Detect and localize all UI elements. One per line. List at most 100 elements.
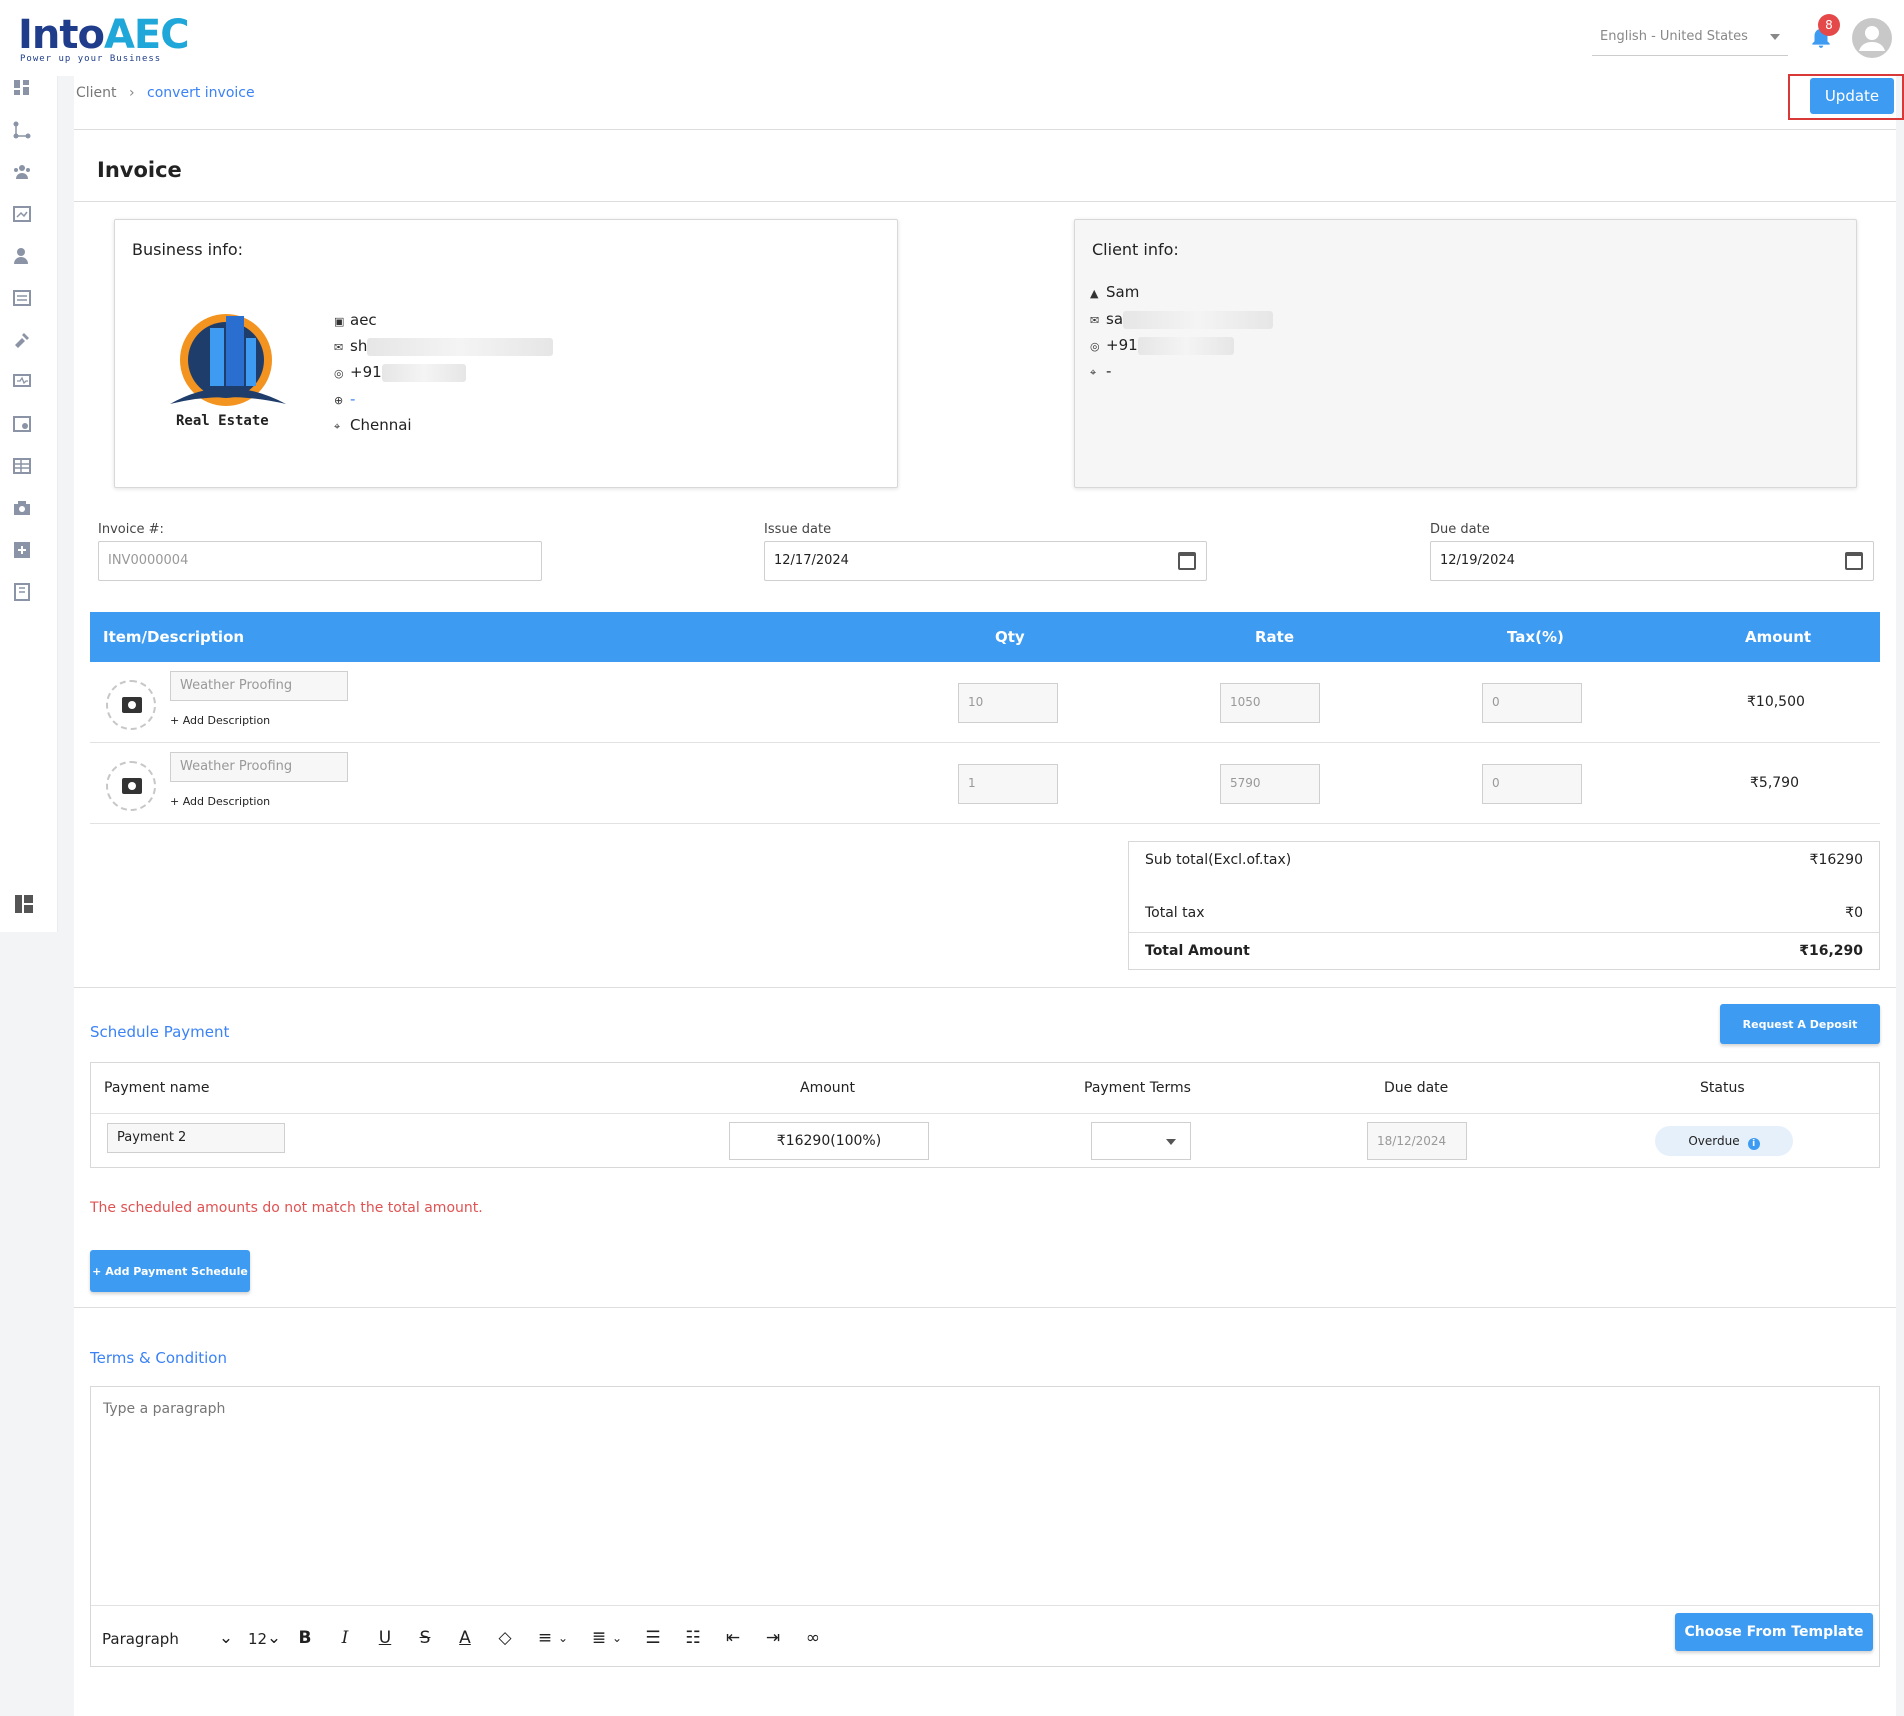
avatar[interactable] (1852, 18, 1892, 58)
schedule-error-message: The scheduled amounts do not match the t… (90, 1200, 483, 1216)
calendar-icon[interactable] (1845, 552, 1863, 570)
breadcrumb-client[interactable]: Client (76, 85, 117, 101)
item-name-input[interactable]: Weather Proofing (170, 671, 348, 701)
issue-date-input[interactable]: 12/17/2024 (764, 541, 1207, 581)
terms-textarea[interactable]: Type a paragraph (103, 1401, 225, 1417)
subtotal-row: Sub total(Excl.of.tax) ₹16290 (1145, 852, 1863, 868)
item-amount: ₹10,500 (1747, 694, 1805, 710)
breadcrumb-current[interactable]: convert invoice (147, 85, 255, 101)
totals-box: Sub total(Excl.of.tax) ₹16290 Total tax … (1128, 841, 1880, 970)
settings-panel-icon[interactable] (12, 414, 32, 434)
add-payment-schedule-button[interactable]: + Add Payment Schedule (90, 1250, 250, 1292)
link-icon[interactable]: ∞ (802, 1628, 824, 1648)
numbered-list-icon[interactable]: ☷ (682, 1628, 704, 1648)
tax-input[interactable]: 0 (1482, 764, 1582, 804)
book-icon[interactable] (12, 582, 32, 602)
camera-icon (122, 778, 142, 794)
business-website-row: ⊕ - (334, 390, 355, 408)
item-image-upload[interactable] (106, 761, 156, 811)
invoice-number-input[interactable]: INV0000004 (98, 541, 542, 581)
outdent-icon[interactable]: ⇤ (722, 1628, 744, 1648)
table-row: Weather Proofing + Add Description 1 579… (90, 743, 1880, 824)
redacted-email (367, 337, 554, 356)
chevron-down-icon[interactable]: ⌄ (552, 1628, 574, 1648)
camera-icon[interactable] (12, 498, 32, 518)
request-deposit-button[interactable]: Request A Deposit (1720, 1004, 1880, 1044)
underline-icon[interactable]: U (374, 1628, 396, 1648)
item-image-upload[interactable] (106, 680, 156, 730)
location-icon: ⌖ (1090, 366, 1097, 379)
client-icon[interactable] (12, 246, 32, 266)
divider (74, 201, 1896, 202)
info-icon[interactable]: i (1747, 1138, 1760, 1150)
reports-icon[interactable] (12, 204, 32, 224)
business-website-link[interactable]: - (350, 390, 355, 408)
invoice-icon[interactable] (12, 288, 32, 308)
header-tax: Tax(%) (1507, 628, 1564, 646)
tax-input[interactable]: 0 (1482, 683, 1582, 723)
language-select[interactable]: English - United States (1592, 24, 1788, 56)
layout-toggle-icon[interactable] (14, 894, 34, 914)
qty-input[interactable]: 10 (958, 683, 1058, 723)
user-icon (1859, 26, 1885, 51)
item-name-input[interactable]: Weather Proofing (170, 752, 348, 782)
app-logo[interactable]: IntoAEC Power up your Business (18, 6, 190, 68)
header-amount: Amount (1745, 628, 1812, 646)
logo-tagline: Power up your Business (20, 54, 162, 64)
add-description-link[interactable]: + Add Description (170, 795, 270, 808)
qty-input[interactable]: 1 (958, 764, 1058, 804)
payment-due-date-input[interactable]: 18/12/2024 (1367, 1122, 1467, 1160)
tools-icon[interactable] (12, 330, 32, 350)
client-name-row: ▲ Sam (1090, 283, 1140, 301)
bullet-list-icon[interactable]: ☰ (642, 1628, 664, 1648)
choose-template-button[interactable]: Choose From Template (1675, 1613, 1873, 1651)
indent-icon[interactable]: ⇥ (762, 1628, 784, 1648)
workflow-icon[interactable] (12, 120, 32, 140)
due-date-input[interactable]: 12/19/2024 (1430, 541, 1874, 581)
payment-name-input[interactable]: Payment 2 (107, 1123, 285, 1153)
block-format-select[interactable]: Paragraph (102, 1630, 179, 1648)
rate-input[interactable]: 1050 (1220, 683, 1320, 723)
table-icon[interactable] (12, 456, 32, 476)
client-email-row: ✉ sa (1090, 310, 1274, 329)
header-payment-name: Payment name (104, 1080, 210, 1096)
divider (74, 1307, 1896, 1308)
font-color-icon[interactable]: A (454, 1628, 476, 1648)
calendar-icon[interactable] (1178, 552, 1196, 570)
top-header: IntoAEC Power up your Business English -… (0, 0, 1904, 76)
status-badge: Overdue i (1655, 1126, 1793, 1156)
editor-toolbar: Paragraph ⌄ 12 ⌄ B I U S A ◇ ≡ ⌄ ≣ ⌄ ☰ ☷… (91, 1605, 1879, 1667)
update-button[interactable]: Update (1810, 78, 1894, 114)
monitor-icon[interactable] (12, 372, 32, 392)
breadcrumb: Client › convert invoice (76, 85, 255, 101)
rate-input[interactable]: 5790 (1220, 764, 1320, 804)
logo-wordmark: IntoAEC (18, 12, 190, 58)
notification-badge: 8 (1818, 14, 1840, 36)
business-phone-row: ◎ +91 (334, 363, 466, 382)
chevron-down-icon[interactable]: ⌄ (263, 1628, 285, 1648)
items-table-header: Item/Description Qty Rate Tax(%) Amount (90, 612, 1880, 662)
header-rate: Rate (1255, 628, 1295, 646)
header-qty: Qty (995, 628, 1025, 646)
language-value: English - United States (1600, 29, 1748, 44)
header-payment-due-date: Due date (1384, 1080, 1449, 1096)
dashboard-icon[interactable] (12, 78, 32, 98)
add-icon[interactable] (12, 540, 32, 560)
team-icon[interactable] (12, 162, 32, 182)
add-description-link[interactable]: + Add Description (170, 714, 270, 727)
chevron-down-icon[interactable]: ⌄ (606, 1628, 628, 1648)
mail-icon: ✉ (334, 341, 344, 354)
chevron-down-icon[interactable]: ⌄ (215, 1628, 237, 1648)
highlight-icon[interactable]: ◇ (494, 1628, 516, 1648)
bold-icon[interactable]: B (294, 1628, 316, 1648)
payment-amount-input[interactable]: ₹16290(100%) (729, 1122, 929, 1160)
terms-editor: Type a paragraph Paragraph ⌄ 12 ⌄ B I U … (90, 1386, 1880, 1667)
due-date-label: Due date (1430, 522, 1490, 537)
user-icon: ▲ (1090, 287, 1099, 300)
strikethrough-icon[interactable]: S (414, 1628, 436, 1648)
status-text: Overdue (1688, 1134, 1740, 1148)
payment-terms-select[interactable] (1091, 1122, 1191, 1160)
italic-icon[interactable]: I (334, 1628, 356, 1648)
client-info-title: Client info: (1092, 240, 1179, 259)
business-info-title: Business info: (132, 240, 244, 259)
